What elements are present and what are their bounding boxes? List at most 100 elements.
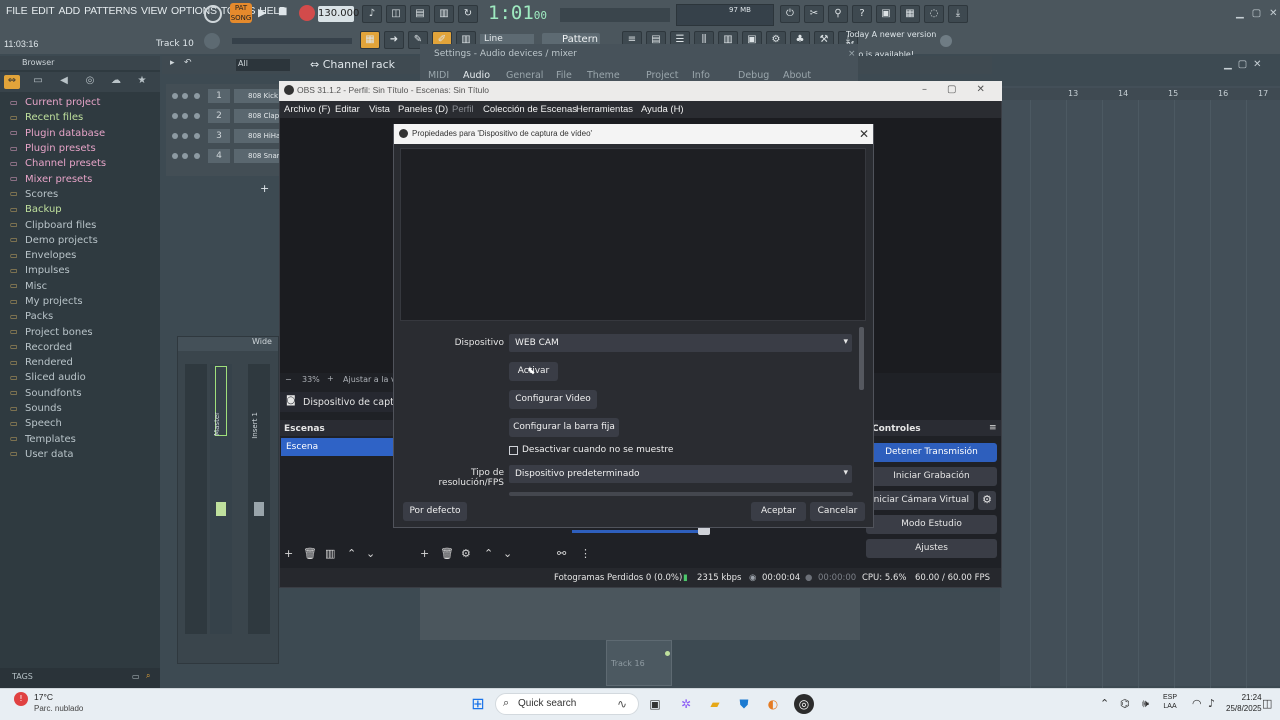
remove-source-icon[interactable]: 🗑 — [440, 547, 454, 560]
channel-row[interactable]: 4 808 Snare — [172, 148, 280, 164]
master-pitch-slider[interactable] — [232, 38, 352, 44]
copilot-icon[interactable]: ✲ — [676, 694, 696, 714]
clock[interactable]: 21:24 25/8/2025 — [1226, 692, 1262, 714]
settings-close-icon[interactable]: × — [848, 49, 856, 59]
obs-menu-item[interactable]: Paneles (D) — [398, 104, 448, 115]
channel-led[interactable] — [182, 153, 188, 159]
browser-item[interactable]: ▭ Plugin database — [10, 126, 158, 141]
browser-item[interactable]: ▭ Templates — [10, 432, 158, 447]
browser-item[interactable]: ▭ My projects — [10, 294, 158, 309]
defender-icon[interactable]: ⛊ — [734, 694, 754, 714]
browser-cloud-icon[interactable]: ☁ — [108, 75, 124, 89]
zoom-in-button[interactable]: + — [327, 374, 334, 383]
add-source-icon[interactable]: + — [420, 547, 429, 560]
obs-menu-item[interactable]: Editar — [335, 104, 360, 115]
channel-number[interactable]: 2 — [208, 109, 230, 123]
browser-app-icon[interactable]: ◐ — [763, 694, 783, 714]
mixer-view-label[interactable]: Wide — [252, 337, 272, 346]
settings-tab[interactable]: Theme — [587, 70, 620, 81]
control-button[interactable]: Iniciar Grabación — [866, 467, 997, 486]
wait-icon[interactable]: ◫ — [386, 5, 406, 23]
source-up-icon[interactable]: ⌃ — [484, 547, 493, 560]
deactivate-checkbox[interactable] — [509, 446, 518, 455]
fl-window-controls[interactable]: ▁▢✕ — [1236, 8, 1280, 19]
arrow-icon[interactable]: ➜ — [384, 31, 404, 49]
windows-start-icon[interactable]: ⊞ — [468, 694, 488, 714]
language-indicator[interactable]: ESP LAA — [1163, 693, 1177, 711]
channel-led[interactable] — [182, 133, 188, 139]
obs-menu-item[interactable]: Vista — [369, 104, 390, 115]
track16-led[interactable] — [665, 651, 670, 656]
weather-temp[interactable]: 17°C — [34, 692, 53, 702]
mixer-strip-insert1[interactable]: Insert 1 — [248, 364, 270, 634]
configure-crossbar-button[interactable]: Configurar la barra fija — [509, 418, 619, 437]
remove-scene-icon[interactable]: 🗑 — [303, 547, 317, 560]
browser-item[interactable]: ▭ Clipboard files — [10, 217, 158, 232]
browser-item[interactable]: ▭ Envelopes — [10, 248, 158, 263]
browser-item[interactable]: ▭ Rendered — [10, 355, 158, 370]
browser-item[interactable]: ▭ Sliced audio — [10, 370, 158, 385]
browser-item[interactable]: ▭ Channel presets — [10, 156, 158, 171]
power-icon[interactable]: ⏻ — [780, 5, 800, 23]
channel-led[interactable] — [194, 93, 200, 99]
browser-item[interactable]: ▭ Scores — [10, 187, 158, 202]
device-select[interactable]: WEB CAM ▾ — [509, 334, 852, 352]
channel-name[interactable]: 808 Clap — [234, 109, 280, 123]
control-button[interactable]: Ajustes — [866, 539, 997, 558]
fl-pat-song-toggle[interactable]: PAT SONG — [230, 3, 252, 23]
browser-item[interactable]: ▭ Mixer presets — [10, 171, 158, 186]
volume-icon[interactable]: 🕪 — [1142, 697, 1149, 711]
insert1-fader[interactable] — [254, 502, 264, 516]
channel-led[interactable] — [172, 153, 178, 159]
mixer-icon[interactable]: ▦ — [900, 5, 920, 23]
channel-led[interactable] — [194, 153, 200, 159]
cut-icon[interactable]: ✂ — [804, 5, 824, 23]
stop-icon[interactable]: ■ — [278, 6, 287, 17]
browser-item[interactable]: ▭ Packs — [10, 309, 158, 324]
obs-menu-item[interactable]: Perfil — [452, 104, 474, 115]
channel-number[interactable]: 1 — [208, 89, 230, 103]
channel-led[interactable] — [194, 113, 200, 119]
countdown-icon[interactable]: ▤ — [410, 5, 430, 23]
step-edit-icon[interactable]: ▥ — [434, 5, 454, 23]
fl-menu-patterns[interactable]: PATTERNS — [82, 5, 139, 17]
channel-name[interactable]: 808 HiHat — [234, 129, 280, 143]
chat-icon[interactable]: ◌ — [924, 5, 944, 23]
obs-menu-item[interactable]: Ayuda (H) — [641, 104, 684, 115]
add-scene-icon[interactable]: + — [284, 547, 293, 560]
pitch-knob[interactable] — [204, 33, 220, 49]
rack-window-controls[interactable]: ▁▢✕ — [1224, 59, 1268, 70]
virtual-camera-settings-icon[interactable]: ⚙ — [978, 491, 996, 510]
browser-target-icon[interactable]: ◎ — [82, 75, 98, 89]
channel-led[interactable] — [172, 113, 178, 119]
obs-menu-item[interactable]: Archivo (F) — [284, 104, 330, 115]
scene-down-icon[interactable]: ⌄ — [366, 547, 375, 560]
channel-led[interactable] — [182, 93, 188, 99]
source-properties-icon[interactable]: ⚙ — [461, 547, 471, 560]
settings-tab[interactable]: File — [556, 70, 572, 81]
tempo-display[interactable]: 130.000 — [318, 6, 359, 22]
network-icon[interactable]: ⌬ — [1120, 697, 1130, 710]
browser-back-icon[interactable]: ◀ — [56, 75, 72, 89]
configure-video-button[interactable]: Configurar Video — [509, 390, 597, 409]
channel-row[interactable]: 2 808 Clap — [172, 108, 280, 124]
settings-tab[interactable]: About — [783, 70, 811, 81]
resolution-select[interactable]: Dispositivo predeterminado ▾ — [509, 465, 852, 483]
browser-item[interactable]: ▭ Plugin presets — [10, 141, 158, 156]
play-icon[interactable]: ▶ — [258, 6, 266, 19]
zoom-out-button[interactable]: − — [285, 375, 292, 384]
record-icon[interactable] — [299, 5, 315, 21]
browser-item[interactable]: ▭ Impulses — [10, 263, 158, 278]
browser-item[interactable]: ▭ Current project — [10, 95, 158, 110]
dialog-hscroll[interactable] — [509, 492, 853, 496]
obs-source-bar[interactable]: ◙ Dispositivo de captura — [280, 392, 410, 412]
tray-overflow-icon[interactable]: ⌃ — [1100, 697, 1109, 710]
channel-name[interactable]: 808 Snare — [234, 149, 280, 163]
browser-item[interactable]: ▭ Recent files — [10, 110, 158, 125]
obs-taskbar-icon[interactable]: ◎ — [794, 694, 814, 714]
browser-menu-icon[interactable]: ⇔ — [4, 75, 20, 89]
audio-menu-icon[interactable]: ⋮ — [580, 547, 591, 560]
channel-led[interactable] — [172, 133, 178, 139]
plug-icon[interactable]: ⚲ — [828, 5, 848, 23]
settings-tab[interactable]: Info — [692, 70, 710, 81]
